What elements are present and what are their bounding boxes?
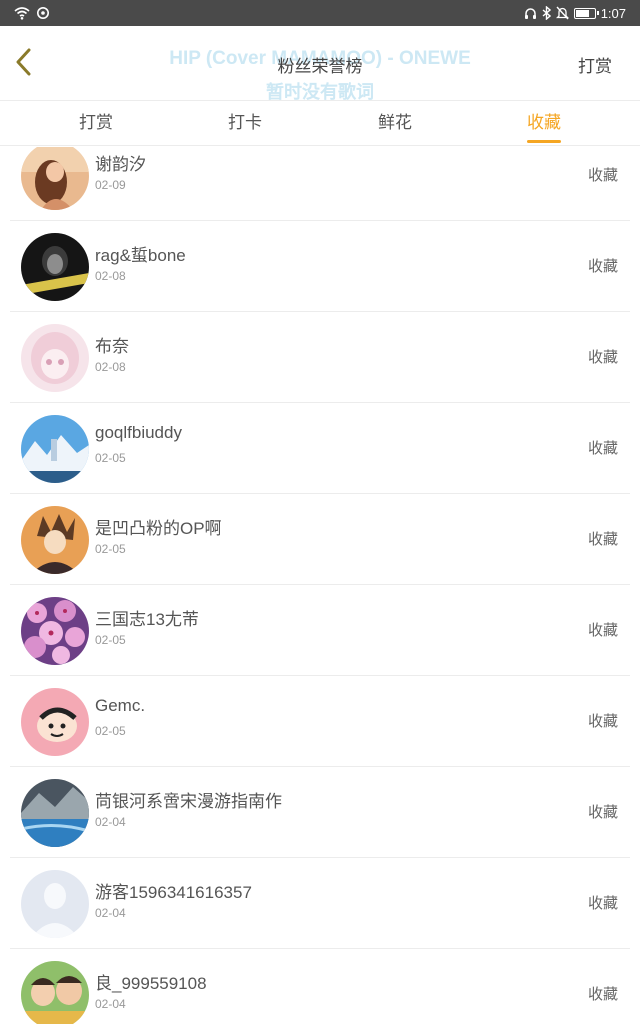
status-right: 1:07 bbox=[524, 4, 626, 22]
fan-name: rag&蜇bone bbox=[95, 246, 186, 265]
fan-date: 02-04 bbox=[95, 815, 126, 829]
fan-date: 02-05 bbox=[95, 633, 126, 647]
fan-date: 02-08 bbox=[95, 269, 126, 283]
fan-name: Gemc. bbox=[95, 696, 146, 715]
cartoon-avatar[interactable] bbox=[21, 688, 89, 756]
fan-name: 谢韵汐 bbox=[95, 155, 146, 174]
dark-portrait-avatar[interactable] bbox=[21, 233, 89, 301]
page-title: 粉丝荣誉榜 bbox=[277, 57, 363, 76]
bluetooth-icon bbox=[542, 6, 551, 20]
fan-action-type: 收藏 bbox=[587, 167, 618, 184]
fan-action-type: 收藏 bbox=[587, 531, 618, 548]
list-item[interactable]: 苘银河系啻宋漫游指南作 02-04 收藏 bbox=[10, 767, 630, 858]
snowy-castle-avatar[interactable] bbox=[21, 415, 89, 483]
fan-name: 布奈 bbox=[95, 337, 129, 356]
tab-collect[interactable]: 收藏 bbox=[494, 101, 594, 145]
list-item[interactable]: 三国志13尢芾 02-05 收藏 bbox=[10, 585, 630, 676]
fan-date: 02-05 bbox=[95, 451, 126, 465]
tab-reward[interactable]: 打赏 bbox=[46, 101, 146, 145]
active-tab-indicator bbox=[527, 140, 561, 143]
status-left bbox=[14, 4, 50, 22]
fan-date: 02-05 bbox=[95, 542, 126, 556]
fan-name: 游客1596341616357 bbox=[95, 883, 252, 902]
sync-icon bbox=[36, 6, 50, 20]
flowers-avatar[interactable] bbox=[21, 597, 89, 665]
anime-girl-avatar[interactable] bbox=[21, 324, 89, 392]
fan-action-type: 收藏 bbox=[587, 349, 618, 366]
fan-date: 02-04 bbox=[95, 997, 126, 1011]
fan-date: 02-09 bbox=[95, 178, 126, 192]
list-item[interactable]: rag&蜇bone 02-08 收藏 bbox=[10, 221, 630, 312]
status-bar: 1:07 bbox=[0, 0, 640, 26]
list-item[interactable]: Gemc. 02-05 收藏 bbox=[10, 676, 630, 767]
list-item[interactable]: goqlfbiuddy 02-05 收藏 bbox=[10, 403, 630, 494]
list-item[interactable]: 谢韵汐 02-09 收藏 bbox=[10, 147, 630, 221]
default-user-avatar[interactable] bbox=[21, 870, 89, 938]
children-photo-avatar[interactable] bbox=[21, 961, 89, 1024]
fan-action-type: 收藏 bbox=[587, 622, 618, 639]
fan-name: 是凹凸粉的OP啊 bbox=[95, 519, 222, 538]
mute-icon bbox=[555, 6, 569, 20]
tab-bar: 打赏 打卡 鲜花 收藏 bbox=[0, 100, 640, 146]
anime-character-avatar[interactable] bbox=[21, 506, 89, 574]
tab-flowers[interactable]: 鲜花 bbox=[345, 101, 445, 145]
fan-name: goqlfbiuddy bbox=[95, 423, 182, 442]
fan-name: 良_999559108 bbox=[95, 974, 207, 993]
fan-date: 02-08 bbox=[95, 360, 126, 374]
headphones-icon bbox=[524, 7, 537, 20]
fan-action-type: 收藏 bbox=[587, 986, 618, 1003]
wifi-icon bbox=[14, 6, 30, 20]
list-item[interactable]: 良_999559108 02-04 收藏 bbox=[10, 949, 630, 1024]
fan-action-type: 收藏 bbox=[587, 258, 618, 275]
list-item[interactable]: 布奈 02-08 收藏 bbox=[10, 312, 630, 403]
battery-icon bbox=[573, 7, 599, 19]
fan-date: 02-05 bbox=[95, 724, 126, 738]
fan-list[interactable]: 谢韵汐 02-09 收藏 rag&蜇bone 02-08 收藏 布奈 02-08… bbox=[0, 147, 640, 1024]
fan-date: 02-04 bbox=[95, 906, 126, 920]
fan-action-type: 收藏 bbox=[587, 895, 618, 912]
fan-action-type: 收藏 bbox=[587, 440, 618, 457]
fan-name: 三国志13尢芾 bbox=[95, 610, 199, 629]
fan-name: 苘银河系啻宋漫游指南作 bbox=[95, 792, 282, 811]
seascape-avatar[interactable] bbox=[21, 779, 89, 847]
fan-action-type: 收藏 bbox=[587, 713, 618, 730]
photo-woman-avatar[interactable] bbox=[21, 147, 89, 210]
reward-button[interactable]: 打赏 bbox=[578, 52, 612, 77]
fan-action-type: 收藏 bbox=[587, 804, 618, 821]
header: HIP (Cover MAMAMOO) - ONEWE 暂时没有歌词 粉丝荣誉榜… bbox=[0, 26, 640, 102]
tab-checkin[interactable]: 打卡 bbox=[195, 101, 295, 145]
list-item[interactable]: 是凹凸粉的OP啊 02-05 收藏 bbox=[10, 494, 630, 585]
list-item[interactable]: 游客1596341616357 02-04 收藏 bbox=[10, 858, 630, 949]
status-time: 1:07 bbox=[600, 5, 626, 21]
